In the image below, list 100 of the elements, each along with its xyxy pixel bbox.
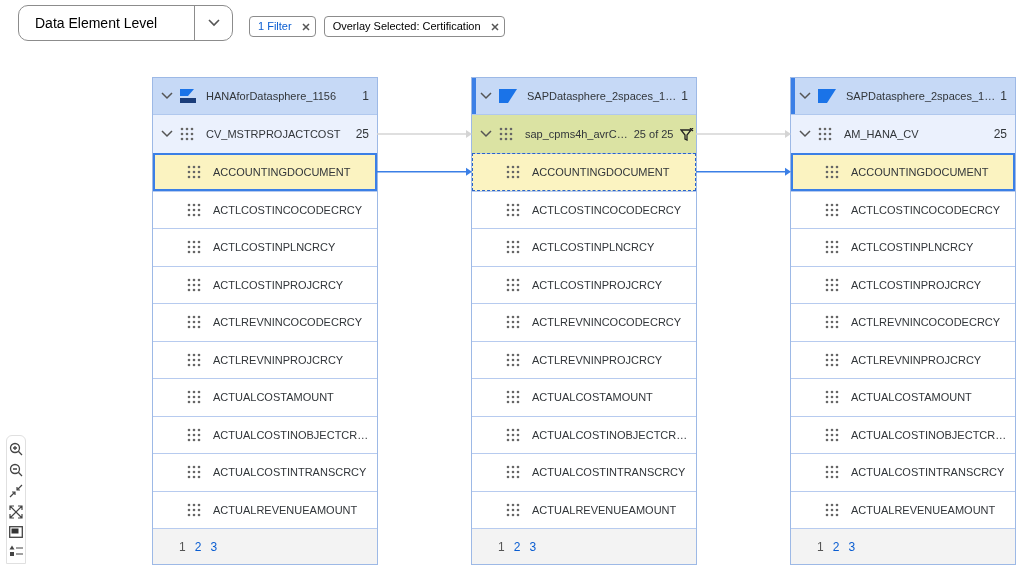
- drag-handle-icon[interactable]: [499, 127, 513, 141]
- drag-handle-icon[interactable]: [187, 502, 201, 517]
- chevron-down-icon[interactable]: [161, 130, 173, 138]
- dataset-row[interactable]: sap_cpms4h_avrC… 25 of 25: [472, 115, 696, 153]
- drag-handle-icon[interactable]: [825, 465, 839, 480]
- field-name: ACTUALCOSTINOBJECTCR…: [532, 427, 689, 443]
- drag-handle-icon[interactable]: [825, 165, 839, 180]
- drag-handle-icon[interactable]: [187, 390, 201, 405]
- field-name: ACTUALREVENUEAMOUNT: [851, 502, 997, 518]
- field-name: ACCOUNTINGDOCUMENT: [213, 165, 352, 180]
- field-name: ACTLREVNINCOCODECRCY: [851, 315, 1002, 330]
- field-name: ACTUALCOSTINOBJECTCR…: [851, 427, 1008, 443]
- source-name: HANAforDatasphere_1156: [206, 88, 338, 104]
- view-dropdown[interactable]: Data Element Level: [18, 5, 233, 41]
- drag-handle-icon[interactable]: [825, 277, 839, 292]
- drag-handle-icon[interactable]: [187, 202, 201, 217]
- field-name: ACTLCOSTINCOCODECRCY: [213, 202, 364, 218]
- clear-filter-icon[interactable]: [680, 127, 695, 141]
- drag-handle-icon[interactable]: [825, 202, 839, 217]
- page-link[interactable]: 3: [848, 537, 856, 556]
- overview-icon[interactable]: [9, 526, 23, 538]
- chevron-down-icon[interactable]: [799, 130, 811, 138]
- sap-logo-icon: [499, 89, 517, 103]
- chevron-down-icon[interactable]: [161, 92, 173, 100]
- field-name: ACTUALCOSTINTRANSCRCY: [851, 465, 1006, 480]
- page-link[interactable]: 1: [817, 537, 824, 556]
- page-link[interactable]: 2: [832, 537, 840, 556]
- drag-handle-icon[interactable]: [825, 502, 839, 517]
- drag-handle-icon[interactable]: [506, 427, 520, 442]
- close-icon[interactable]: [301, 22, 310, 31]
- field-name: ACTUALCOSTINTRANSCRCY: [213, 465, 368, 480]
- drag-handle-icon[interactable]: [825, 352, 839, 367]
- drag-handle-icon[interactable]: [180, 127, 194, 141]
- drag-handle-icon[interactable]: [506, 502, 520, 517]
- field-name: ACTUALREVENUEAMOUNT: [213, 502, 359, 518]
- drag-handle-icon[interactable]: [825, 240, 839, 255]
- page-link[interactable]: 1: [498, 537, 505, 556]
- field-name: ACTLREVNINPROJCRCY: [851, 352, 983, 368]
- dataset-row[interactable]: AM_HANA_CV 25: [791, 115, 1015, 153]
- page-link[interactable]: 2: [194, 537, 202, 556]
- drag-handle-icon[interactable]: [506, 465, 520, 480]
- page-link[interactable]: 3: [529, 537, 537, 556]
- field-name: ACTUALCOSTINOBJECTCR…: [213, 427, 370, 443]
- field-row[interactable]: ACCOUNTINGDOCUMENT: [153, 153, 377, 191]
- field-name: ACTLCOSTINPLNCRCY: [213, 240, 337, 255]
- field-name: ACTUALREVENUEAMOUNT: [532, 502, 678, 518]
- field-row[interactable]: ACCOUNTINGDOCUMENT: [791, 153, 1015, 191]
- dataset-row[interactable]: CV_MSTRPROJACTCOST 25: [153, 115, 377, 153]
- drag-handle-icon[interactable]: [187, 352, 201, 367]
- drag-handle-icon[interactable]: [506, 277, 520, 292]
- field-name: ACTLREVNINPROJCRCY: [532, 352, 664, 368]
- drag-handle-icon[interactable]: [187, 165, 201, 180]
- collapse-icon[interactable]: [9, 484, 23, 498]
- drag-handle-icon[interactable]: [825, 427, 839, 442]
- field-name: ACTLREVNINCOCODECRCY: [532, 315, 683, 330]
- legend-icon[interactable]: [9, 545, 23, 557]
- chevron-down-icon[interactable]: [799, 92, 811, 100]
- drag-handle-icon[interactable]: [187, 277, 201, 292]
- drag-handle-icon[interactable]: [506, 352, 520, 367]
- field-name: ACTUALCOSTAMOUNT: [851, 390, 973, 405]
- field-name: ACTLCOSTINPLNCRCY: [851, 240, 975, 255]
- drag-handle-icon[interactable]: [506, 240, 520, 255]
- filter-chip[interactable]: 1 Filter: [249, 16, 316, 37]
- page-link[interactable]: 2: [513, 537, 521, 556]
- field-name: ACTLCOSTINCOCODECRCY: [532, 202, 683, 218]
- field-row[interactable]: ACCOUNTINGDOCUMENT: [472, 153, 696, 191]
- drag-handle-icon[interactable]: [506, 390, 520, 405]
- drag-handle-icon[interactable]: [825, 390, 839, 405]
- field-name: ACTLREVNINPROJCRCY: [213, 352, 345, 368]
- drag-handle-icon[interactable]: [187, 465, 201, 480]
- item-count: 1: [1000, 88, 1007, 105]
- drag-handle-icon[interactable]: [818, 127, 832, 141]
- field-name: ACTUALCOSTAMOUNT: [213, 390, 335, 405]
- drag-handle-icon[interactable]: [187, 240, 201, 255]
- source-name: SAPDatasphere_2spaces_1…: [846, 88, 997, 104]
- zoom-in-icon[interactable]: [9, 442, 23, 456]
- drag-handle-icon[interactable]: [825, 315, 839, 330]
- chevron-down-icon[interactable]: [480, 92, 492, 100]
- close-icon[interactable]: [490, 22, 499, 31]
- drag-handle-icon[interactable]: [187, 315, 201, 330]
- drag-handle-icon[interactable]: [506, 165, 520, 180]
- page-link[interactable]: 3: [210, 537, 218, 556]
- source-name: SAPDatasphere_2spaces_1…: [527, 88, 678, 104]
- fit-screen-icon[interactable]: [9, 505, 23, 519]
- drag-handle-icon[interactable]: [187, 427, 201, 442]
- drag-handle-icon[interactable]: [506, 315, 520, 330]
- field-name: ACTLCOSTINCOCODECRCY: [851, 202, 1002, 218]
- field-name: ACTLCOSTINPLNCRCY: [532, 240, 656, 255]
- item-count: 25 of 25: [633, 126, 674, 142]
- dataset-name: AM_HANA_CV: [844, 126, 920, 142]
- page-link[interactable]: 1: [179, 537, 186, 556]
- filter-chip[interactable]: Overlay Selected: Certification: [323, 16, 505, 37]
- chevron-down-icon[interactable]: [480, 130, 492, 138]
- field-name: ACTLCOSTINPROJCRCY: [213, 277, 345, 293]
- database-logo-icon: [180, 89, 196, 103]
- drag-handle-icon[interactable]: [506, 202, 520, 217]
- chevron-down-icon: [207, 19, 220, 27]
- zoom-out-icon[interactable]: [9, 463, 23, 477]
- field-name: ACTLCOSTINPROJCRCY: [851, 277, 983, 293]
- field-name: ACTLREVNINCOCODECRCY: [213, 315, 364, 330]
